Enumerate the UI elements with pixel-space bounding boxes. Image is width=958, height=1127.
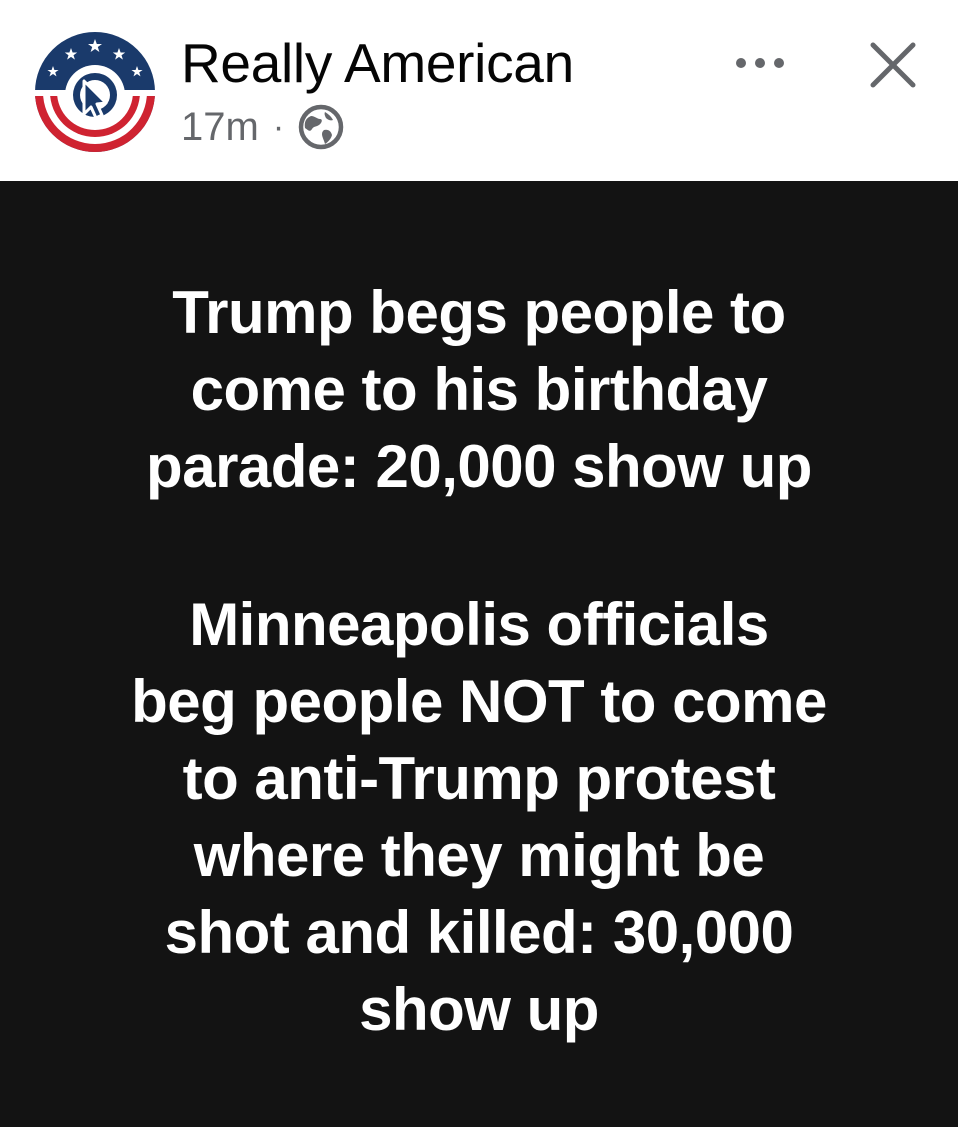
image-text-line: to anti-Trump protest bbox=[182, 745, 776, 812]
meta-separator: · bbox=[272, 108, 285, 146]
image-text-line: beg people NOT to come bbox=[131, 668, 827, 735]
close-button[interactable] bbox=[864, 36, 922, 94]
more-options-button[interactable] bbox=[727, 42, 793, 84]
close-icon bbox=[870, 42, 916, 88]
post-image[interactable]: Trump begs people to come to his birthda… bbox=[0, 181, 958, 1127]
image-text-line: shot and killed: 30,000 bbox=[164, 899, 794, 966]
image-text-line: where they might be bbox=[193, 822, 765, 889]
more-options-icon bbox=[736, 58, 784, 68]
page-avatar[interactable] bbox=[34, 31, 156, 153]
image-text-paragraph-2: Minneapolis officials beg people NOT to … bbox=[0, 586, 958, 1048]
image-text-paragraph-1: Trump begs people to come to his birthda… bbox=[0, 274, 958, 505]
page-name[interactable]: Really American bbox=[181, 30, 574, 96]
image-text-line: show up bbox=[359, 976, 599, 1043]
image-text-line: come to his birthday bbox=[190, 356, 768, 423]
image-text-line: Trump begs people to bbox=[172, 279, 786, 346]
globe-icon[interactable] bbox=[298, 104, 344, 150]
image-text-line: Minneapolis officials bbox=[189, 591, 769, 658]
post-meta: 17m · bbox=[181, 102, 344, 152]
post-timestamp[interactable]: 17m bbox=[181, 102, 259, 152]
post-header: Really American 17m · bbox=[0, 0, 958, 181]
image-text-line: parade: 20,000 show up bbox=[146, 433, 812, 500]
really-american-logo-icon bbox=[34, 32, 156, 152]
